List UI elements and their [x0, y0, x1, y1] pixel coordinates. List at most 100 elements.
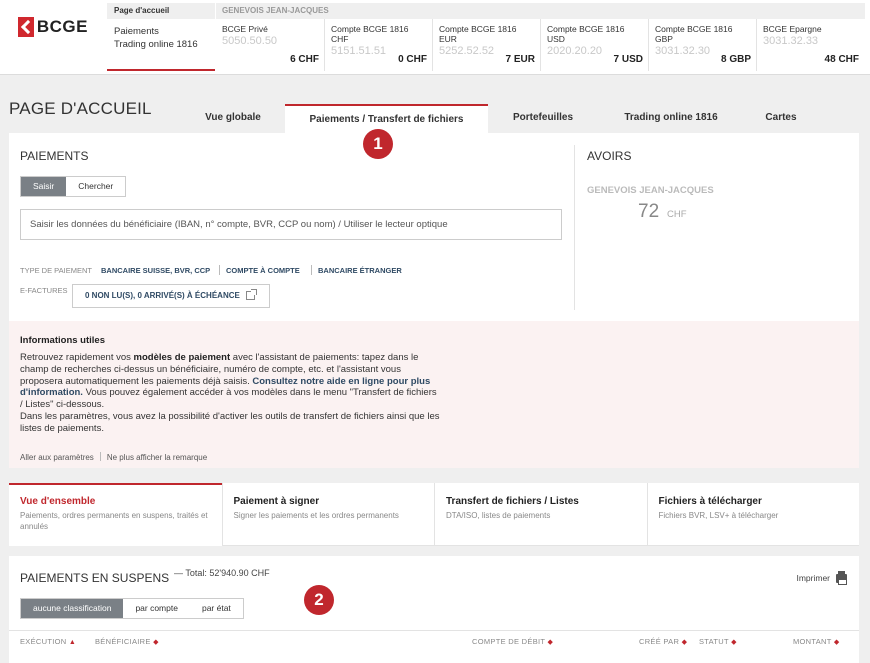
- payment-type-foreign-link[interactable]: BANCAIRE ÉTRANGER: [318, 266, 402, 275]
- filter-by-status[interactable]: par état: [189, 599, 243, 618]
- tab-cartes[interactable]: Cartes: [750, 104, 812, 134]
- col-label: STATUT: [699, 637, 729, 646]
- account-name: Compte BCGE 1816 EUR: [439, 24, 517, 44]
- account-amount: 7 USD: [613, 54, 643, 65]
- payment-type-account-link[interactable]: COMPTE À COMPTE: [226, 266, 300, 275]
- col-amount[interactable]: MONTANT ◆: [793, 637, 840, 646]
- account-owner: GENEVOIS JEAN-JACQUES: [216, 3, 865, 19]
- top-bar: BCGE Page d'accueil Paiements Trading on…: [0, 0, 870, 75]
- info-text: Vous pouvez également accéder à vos modè…: [20, 387, 437, 411]
- subtab-downloads[interactable]: Fichiers à télécharger Fichiers BVR, LSV…: [646, 483, 859, 546]
- account-amount: 7 EUR: [505, 54, 535, 65]
- col-label: BÉNÉFICIAIRE: [95, 637, 151, 646]
- go-to-settings-link[interactable]: Aller aux paramètres: [20, 453, 94, 462]
- tab-portefeuilles[interactable]: Portefeuilles: [499, 104, 587, 134]
- pending-table-header: EXÉCUTION ▲ BÉNÉFICIAIRE ◆ COMPTE DE DÉB…: [9, 630, 859, 652]
- account-name: Compte BCGE 1816 USD: [547, 24, 625, 44]
- annotation-badge-1: 1: [363, 129, 393, 159]
- payments-panel: PAIEMENTS Saisir Chercher Saisir les don…: [9, 133, 859, 321]
- account-card[interactable]: Compte BCGE 1816 EUR 5252.52.52 7 EUR: [432, 19, 540, 71]
- col-label: COMPTE DE DÉBIT: [472, 637, 546, 646]
- beneficiary-search-input[interactable]: Saisir les données du bénéficiaire (IBAN…: [20, 209, 562, 240]
- account-number: 5050.50.50: [222, 35, 278, 47]
- col-debit-account[interactable]: COMPTE DE DÉBIT ◆: [472, 637, 553, 646]
- sort-icon: ◆: [833, 639, 840, 646]
- pending-title: PAIEMENTS EN SUSPENS: [20, 571, 170, 585]
- account-card[interactable]: BCGE Privé 5050.50.50 6 CHF: [216, 19, 324, 71]
- efactures-button-label: 0 NON LU(S), 0 ARRIVÉ(S) À ÉCHÉANCE: [85, 291, 240, 300]
- info-panel: Informations utiles Retrouvez rapidement…: [9, 321, 859, 468]
- payment-type-swiss-link[interactable]: BANCAIRE SUISSE, BVR, CCP: [101, 266, 210, 275]
- print-button[interactable]: Imprimer: [796, 570, 847, 585]
- col-label: MONTANT: [793, 637, 832, 646]
- tab-paiements[interactable]: Paiements / Transfert de fichiers: [285, 104, 488, 134]
- panel-divider: [574, 145, 575, 310]
- home-line-trading: Trading online 1816: [114, 39, 198, 50]
- avoirs-value: 72: [638, 201, 660, 222]
- tab-vue-globale[interactable]: Vue globale: [192, 104, 274, 134]
- home-label: Page d'accueil: [107, 3, 215, 19]
- col-status[interactable]: STATUT ◆: [699, 637, 737, 646]
- external-link-icon: [246, 289, 257, 300]
- subtab-to-sign[interactable]: Paiement à signer Signer les paiements e…: [221, 483, 434, 546]
- filter-no-classification[interactable]: aucune classification: [21, 599, 124, 618]
- subtab-file-transfer[interactable]: Transfert de fichiers / Listes DTA/ISO, …: [434, 483, 647, 546]
- avoirs-owner: GENEVOIS JEAN-JACQUES: [587, 185, 714, 196]
- col-created-by[interactable]: CRÉÉ PAR ◆: [639, 637, 687, 646]
- hide-notice-link[interactable]: Ne plus afficher la remarque: [107, 453, 207, 462]
- efactures-button[interactable]: 0 NON LU(S), 0 ARRIVÉ(S) À ÉCHÉANCE: [72, 284, 270, 308]
- subtab-title: Fichiers à télécharger: [658, 496, 762, 507]
- avoirs-title: AVOIRS: [587, 149, 632, 163]
- search-button[interactable]: Chercher: [66, 177, 126, 196]
- sort-icon: ◆: [681, 639, 688, 646]
- subtab-title: Paiement à signer: [233, 496, 320, 507]
- account-name: BCGE Privé: [222, 24, 268, 34]
- col-beneficiary[interactable]: BÉNÉFICIAIRE ◆: [95, 637, 159, 646]
- subtab-desc: Signer les paiements et les ordres perma…: [233, 511, 399, 520]
- payments-subtabs: Vue d'ensemble Paiements, ordres permane…: [9, 483, 859, 546]
- subtab-desc: DTA/ISO, listes de paiements: [446, 511, 551, 520]
- account-amount: 48 CHF: [824, 54, 859, 65]
- col-execution[interactable]: EXÉCUTION ▲: [20, 637, 76, 646]
- printer-icon: [836, 570, 847, 585]
- info-title: Informations utiles: [20, 335, 105, 346]
- col-label: CRÉÉ PAR: [639, 637, 680, 646]
- print-label: Imprimer: [796, 573, 830, 583]
- pending-payments-panel: PAIEMENTS EN SUSPENS — Total: 52'940.90 …: [9, 556, 859, 663]
- payment-type-label: TYPE DE PAIEMENT: [20, 266, 92, 275]
- col-label: EXÉCUTION: [20, 637, 67, 646]
- account-card[interactable]: BCGE Epargne 3031.32.33 48 CHF: [756, 19, 864, 71]
- bcge-logo[interactable]: BCGE: [18, 16, 88, 38]
- logo-mark-icon: [18, 17, 34, 37]
- enter-button[interactable]: Saisir: [21, 177, 67, 196]
- subtab-overview[interactable]: Vue d'ensemble Paiements, ordres permane…: [9, 483, 222, 546]
- subtab-title: Transfert de fichiers / Listes: [446, 496, 579, 507]
- account-card[interactable]: Compte BCGE 1816 GBP 3031.32.30 8 GBP: [648, 19, 756, 71]
- info-footer: Aller aux paramètres Ne plus afficher la …: [20, 452, 207, 462]
- info-text-bold: modèles de paiement: [133, 352, 231, 363]
- tab-trading[interactable]: Trading online 1816: [606, 104, 736, 134]
- info-body: Retrouvez rapidement vos modèles de paie…: [20, 352, 440, 435]
- filter-by-account[interactable]: par compte: [123, 599, 190, 618]
- account-card[interactable]: Compte BCGE 1816 CHF 5151.51.51 0 CHF: [324, 19, 432, 71]
- info-text: Retrouvez rapidement vos: [20, 352, 134, 363]
- sort-up-icon: ▲: [68, 639, 77, 646]
- page-title: PAGE D'ACCUEIL: [9, 99, 152, 118]
- account-card[interactable]: Compte BCGE 1816 USD 2020.20.20 7 USD: [540, 19, 648, 71]
- sort-icon: ◆: [731, 639, 737, 646]
- divider: [219, 265, 220, 275]
- home-block[interactable]: Page d'accueil Paiements Trading online …: [107, 3, 215, 71]
- annotation-badge-2: 2: [304, 585, 334, 615]
- account-name: BCGE Epargne: [763, 24, 822, 34]
- efactures-label: E-FACTURES: [20, 286, 68, 295]
- payments-title: PAIEMENTS: [20, 149, 89, 163]
- subtab-desc: Fichiers BVR, LSV+ à télécharger: [658, 511, 779, 520]
- sort-icon: ◆: [547, 639, 554, 646]
- account-amount: 8 GBP: [720, 54, 751, 65]
- classification-toggle: aucune classification par compte par éta…: [20, 598, 244, 619]
- subtab-desc: Paiements, ordres permanents en suspens,…: [20, 511, 208, 531]
- account-amount: 0 CHF: [398, 54, 427, 65]
- divider: [311, 265, 312, 275]
- home-line-payments: Paiements: [114, 26, 159, 37]
- account-name: Compte BCGE 1816 GBP: [655, 24, 733, 44]
